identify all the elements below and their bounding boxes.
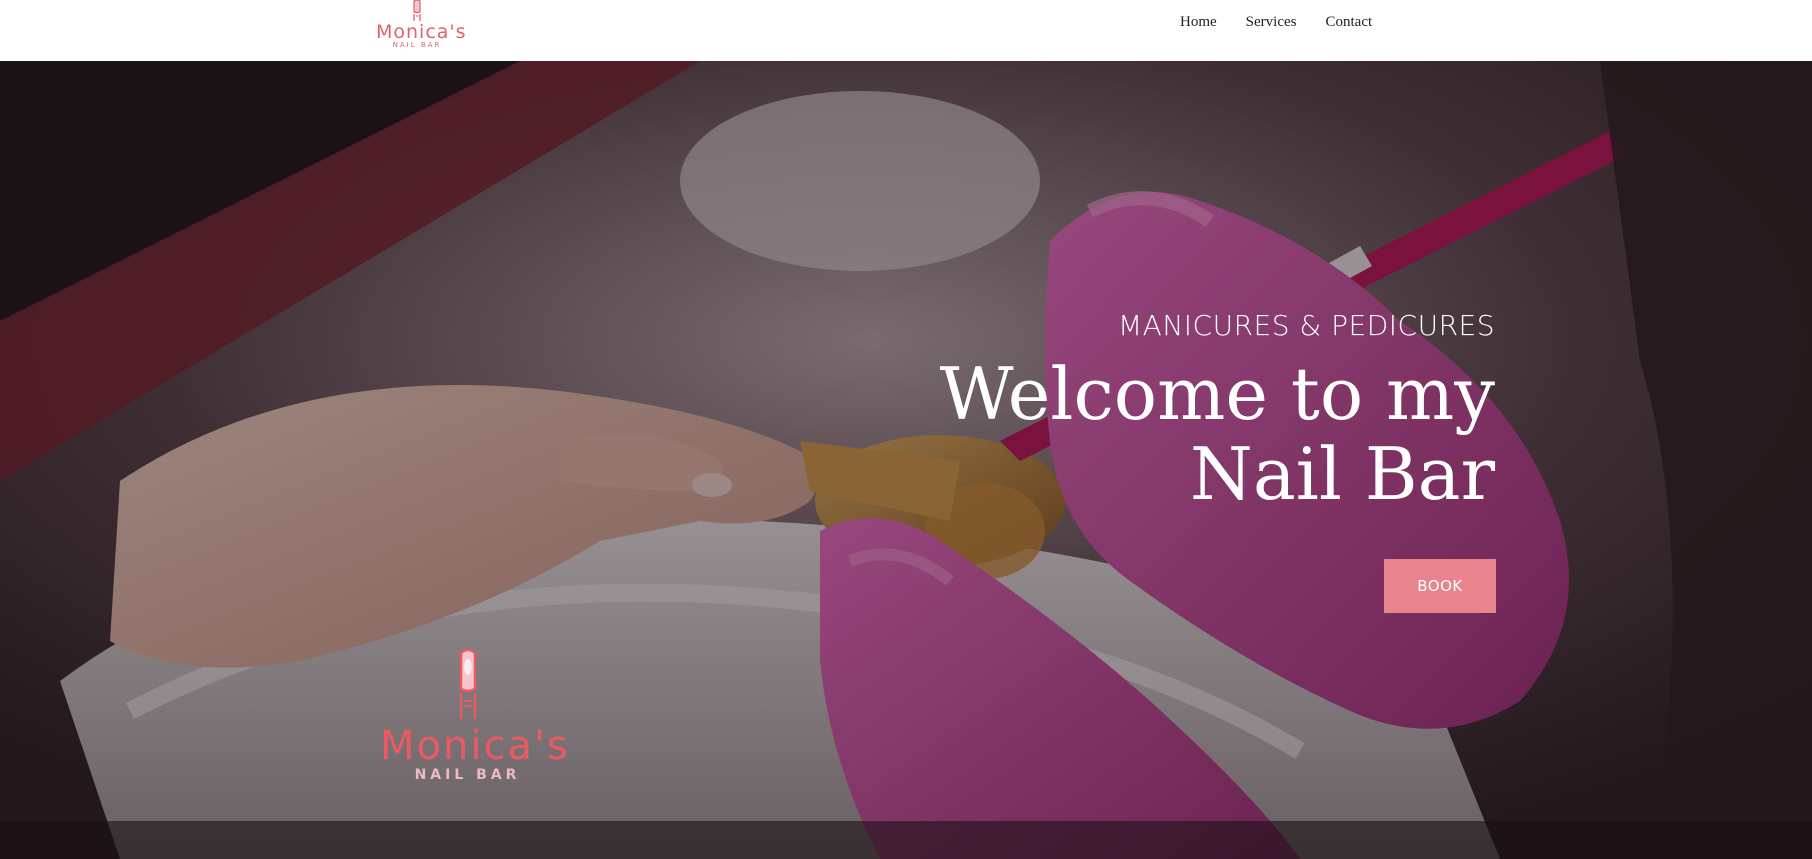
nav-home[interactable]: Home (1180, 12, 1217, 32)
hero-eyebrow: MANICURES & PEDICURES (1118, 309, 1495, 342)
hero-logo-brand: Monica's (380, 723, 570, 769)
header-logo[interactable]: Monica's NAIL BAR (376, 0, 467, 56)
site-header: Monica's NAIL BAR Home Services Contact (0, 0, 1812, 61)
nail-icon (459, 649, 476, 719)
hero-logo: Monica's NAIL BAR (380, 649, 570, 783)
hero-title: Welcome to my Nail Bar (940, 354, 1495, 514)
hero-logo-sub: NAIL BAR (414, 767, 521, 783)
hero-title-line2: Nail Bar (1189, 432, 1495, 516)
hero-text-block: MANICURES & PEDICURES Welcome to my Nail… (940, 308, 1495, 514)
nav-services[interactable]: Services (1246, 12, 1297, 32)
hero-section: MANICURES & PEDICURES Welcome to my Nail… (0, 61, 1812, 859)
hero-title-line1: Welcome to my (939, 352, 1495, 436)
header-logo-brand: Monica's (376, 21, 467, 43)
book-button[interactable]: BOOK (1384, 559, 1496, 613)
hero-overlay (0, 61, 1812, 859)
nail-icon (413, 0, 421, 21)
main-nav: Home Services Contact (1180, 12, 1401, 32)
nav-contact[interactable]: Contact (1326, 12, 1373, 32)
